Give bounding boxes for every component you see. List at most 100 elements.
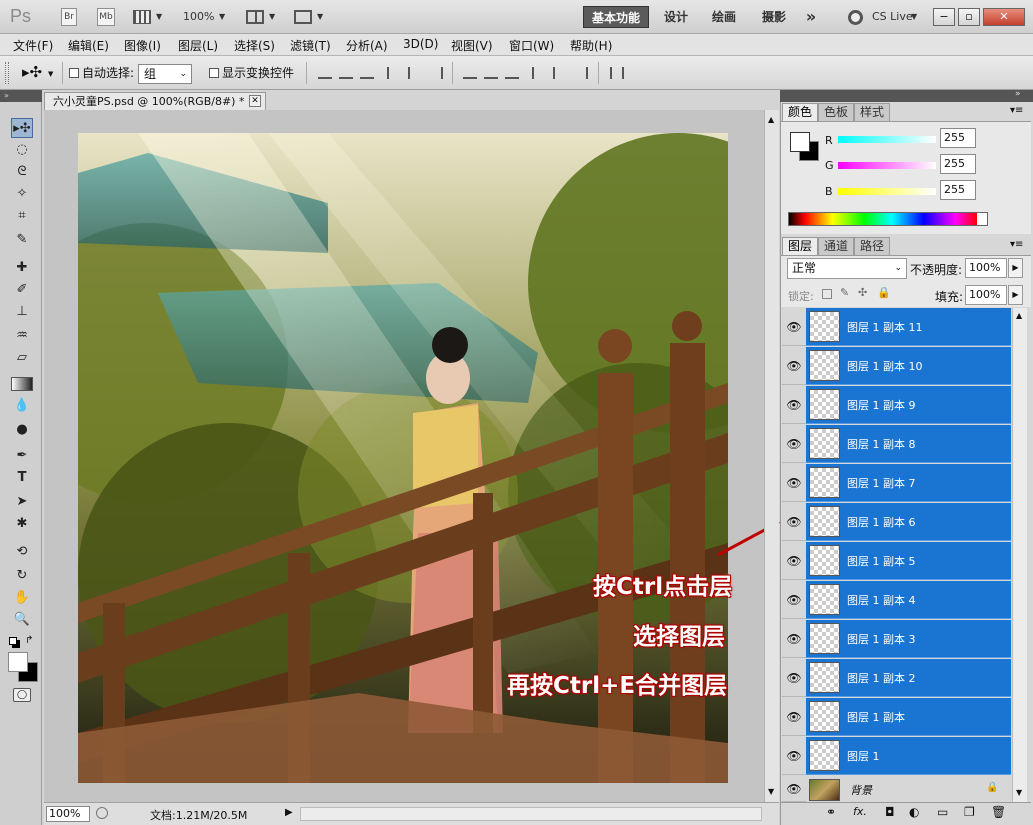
layer-row-background[interactable]: 背景 🔒 [806,776,1011,802]
mini-bridge-button[interactable]: Mb [97,8,115,26]
zoom-tool-icon[interactable]: 🔍 [11,610,33,630]
menu-select[interactable]: 选择(S) [234,37,275,54]
layer-row[interactable]: 图层 1 副本 5 [806,542,1011,580]
layer-row[interactable]: 图层 1 副本 3 [806,620,1011,658]
move-tool-preset-icon[interactable]: ▸✣ [22,63,42,81]
quick-selection-tool-icon[interactable]: ✧ [11,184,33,204]
distribute-vertical-centers-icon[interactable] [484,67,498,79]
layer-row[interactable]: 图层 1 副本 11 [806,308,1011,346]
crop-tool-icon[interactable]: ⌗ [11,206,33,226]
3d-orbit-tool-icon[interactable]: ↻ [11,566,33,586]
eyedropper-tool-icon[interactable]: ✎ [11,230,33,250]
layer-style-icon[interactable]: fx. [853,805,867,818]
distribute-bottom-icon[interactable] [505,67,519,79]
add-mask-icon[interactable]: ◘ [885,805,895,819]
menu-image[interactable]: 图像(I) [124,37,161,54]
auto-select-dropdown[interactable]: 组 ⌄ [138,64,192,84]
visibility-eye-icon[interactable]: 👁 [782,776,806,802]
history-brush-tool-icon[interactable]: ♒ [11,326,33,346]
gradient-tool-icon[interactable] [11,377,33,391]
chevron-down-icon[interactable]: ▼ [317,12,323,21]
lock-transparent-pixels-icon[interactable] [822,289,832,299]
status-menu-arrow-icon[interactable]: ▶ [285,807,293,818]
layer-row[interactable]: 图层 1 副本 10 [806,347,1011,385]
tab-color[interactable]: 颜色 [782,103,819,121]
scroll-up-icon[interactable]: ▲ [1016,311,1022,320]
menu-help[interactable]: 帮助(H) [570,37,612,54]
auto-select-checkbox[interactable] [69,68,79,78]
visibility-eye-icon[interactable]: 👁 [782,347,806,385]
red-channel-slider[interactable] [838,136,936,143]
visibility-eye-icon[interactable]: 👁 [782,620,806,658]
bridge-button[interactable]: Br [61,8,77,26]
type-tool-icon[interactable]: T [11,468,33,488]
menu-view[interactable]: 视图(V) [451,37,493,54]
panel-dock-header[interactable] [780,90,1033,102]
visibility-eye-icon[interactable]: 👁 [782,464,806,502]
tab-layers[interactable]: 图层 [782,237,819,255]
red-channel-value[interactable]: 255 [940,128,976,148]
color-panel-menu-icon[interactable]: ▾≡ [1010,105,1023,116]
foreground-color-swatch[interactable] [8,652,28,672]
dodge-tool-icon[interactable]: ● [11,420,33,440]
canvas-horizontal-scrollbar[interactable] [300,807,762,821]
chevron-down-icon[interactable]: ▼ [48,70,53,78]
workspace-design[interactable]: 设计 [658,6,694,28]
lasso-tool-icon[interactable]: ᘓ [11,162,33,182]
path-selection-tool-icon[interactable]: ➤ [11,492,33,512]
distribute-right-icon[interactable] [574,67,588,79]
visibility-eye-icon[interactable]: 👁 [782,542,806,580]
visibility-eye-icon[interactable]: 👁 [782,308,806,346]
green-channel-value[interactable]: 255 [940,154,976,174]
scroll-up-icon[interactable]: ▲ [768,115,774,124]
zoom-level[interactable]: 100% [183,10,214,23]
distribute-top-icon[interactable] [463,67,477,79]
layer-row[interactable]: 图层 1 副本 7 [806,464,1011,502]
status-zoom-field[interactable]: 100% [46,806,90,822]
visibility-eye-icon[interactable]: 👁 [782,386,806,424]
opacity-field[interactable]: 100% [965,258,1007,278]
visibility-eye-icon[interactable]: 👁 [782,503,806,541]
chevron-down-icon[interactable]: ▼ [911,12,917,21]
move-tool-icon[interactable]: ▸✣ [11,118,33,138]
view-extras-icon[interactable] [133,10,151,24]
canvas-vertical-scrollbar[interactable]: ▲ ▼ [764,110,779,802]
custom-shape-tool-icon[interactable]: ✱ [11,514,33,534]
swap-colors-icon[interactable]: ↱ [25,635,33,646]
blend-mode-dropdown[interactable]: 正常 ⌄ [787,258,907,279]
blur-tool-icon[interactable]: 💧 [11,396,33,416]
arrange-documents-icon[interactable] [246,10,264,24]
menu-filter[interactable]: 滤镜(T) [290,37,331,54]
menu-edit[interactable]: 编辑(E) [68,37,109,54]
visibility-eye-icon[interactable]: 👁 [782,698,806,736]
collapse-panels-icon[interactable]: » [1015,89,1021,99]
menu-3d[interactable]: 3D(D) [403,37,438,51]
align-vertical-centers-icon[interactable] [339,67,353,79]
align-top-edges-icon[interactable] [318,67,332,79]
menu-layer[interactable]: 图层(L) [178,37,218,54]
fill-field[interactable]: 100% [965,285,1007,305]
workspace-photography[interactable]: 摄影 [756,6,792,28]
workspace-painting[interactable]: 绘画 [706,6,742,28]
menu-file[interactable]: 文件(F) [13,37,53,54]
cs-live-icon[interactable] [848,10,863,25]
layer-row[interactable]: 图层 1 副本 8 [806,425,1011,463]
opacity-slider-arrow-icon[interactable]: ▶ [1008,258,1023,278]
status-info-icon[interactable] [96,807,108,819]
align-right-edges-icon[interactable] [429,67,443,79]
align-horizontal-centers-icon[interactable] [408,67,422,79]
tab-swatches[interactable]: 色板 [818,103,855,121]
minimize-window-button[interactable]: − [933,8,955,26]
tab-channels[interactable]: 通道 [818,237,855,255]
green-channel-slider[interactable] [838,162,936,169]
layer-row[interactable]: 图层 1 [806,737,1011,775]
healing-brush-tool-icon[interactable]: ✚ [11,258,33,278]
menu-window[interactable]: 窗口(W) [509,37,554,54]
distribute-left-icon[interactable] [532,67,546,79]
chevron-down-icon[interactable]: ▼ [156,12,162,21]
blue-channel-slider[interactable] [838,188,936,195]
lock-all-icon[interactable]: 🔒 [877,286,891,299]
visibility-eye-icon[interactable]: 👁 [782,659,806,697]
maximize-window-button[interactable]: ▫ [958,8,980,26]
layer-row[interactable]: 图层 1 副本 4 [806,581,1011,619]
